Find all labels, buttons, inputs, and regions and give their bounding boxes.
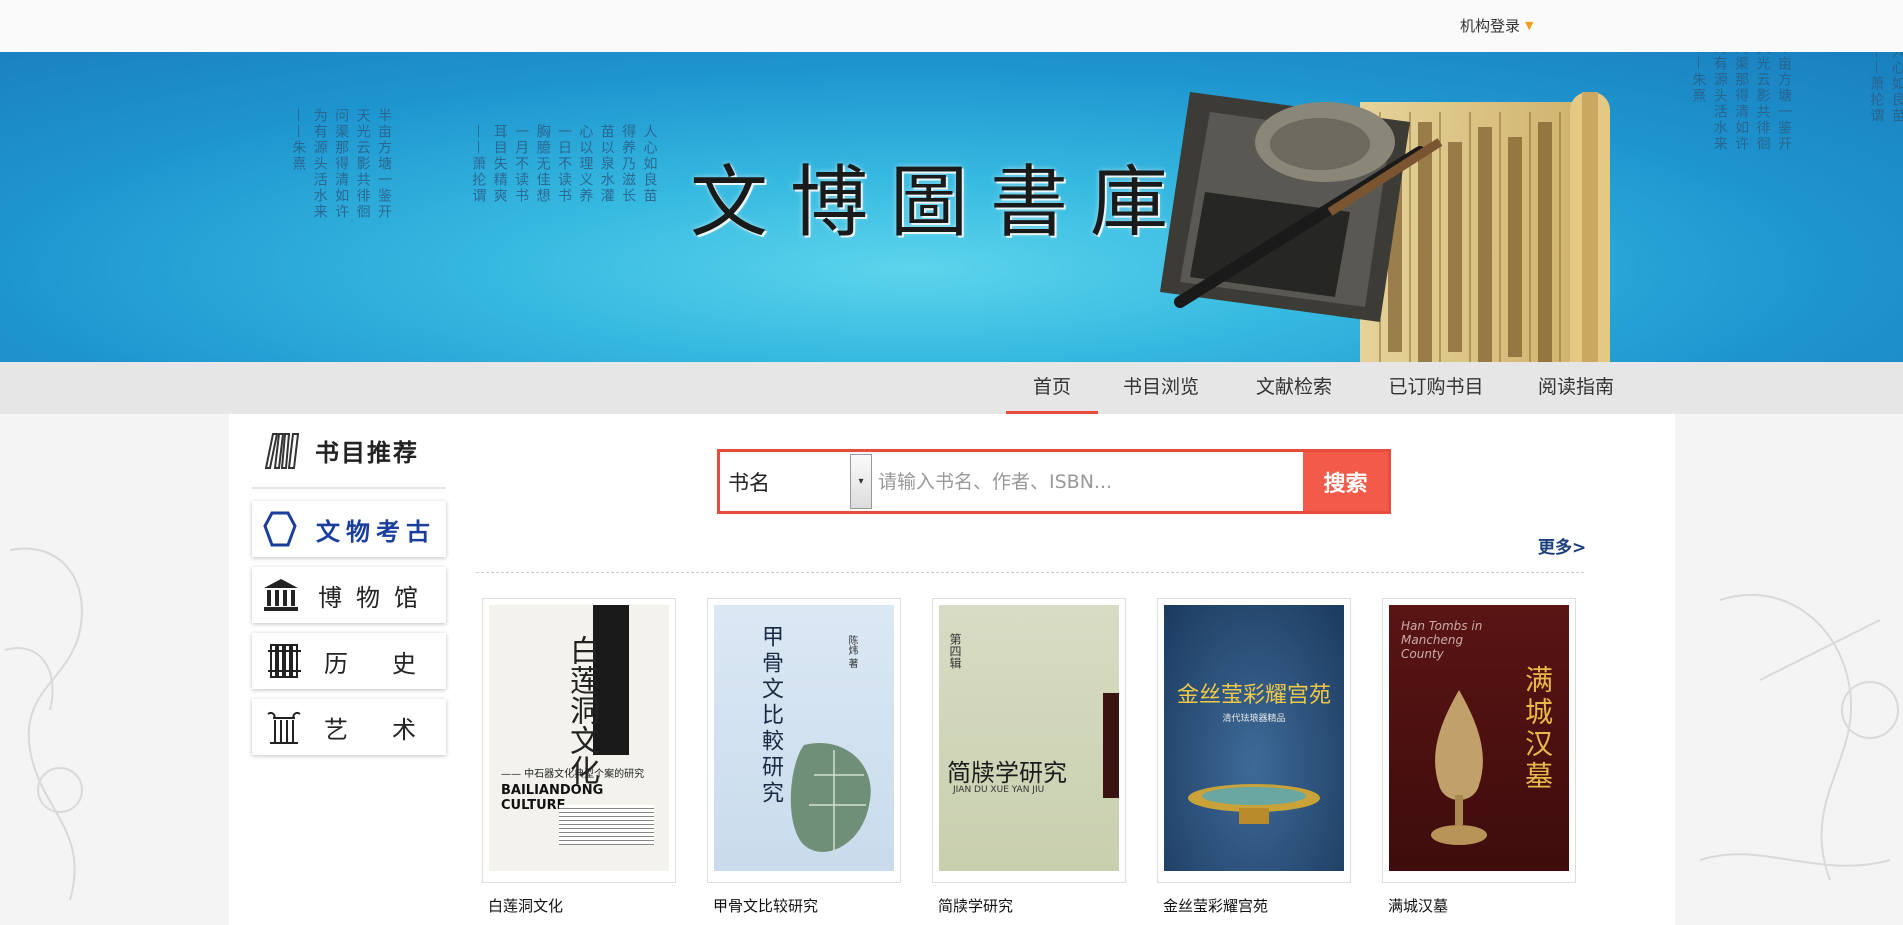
poem-line: 天光云影共徘徊 — [1754, 52, 1771, 152]
search-bar: 书名 ▾ 搜索 — [717, 449, 1391, 514]
book-cover-frame: 金丝莹彩耀宫苑 清代珐琅器精品 — [1157, 598, 1351, 883]
book-title[interactable]: 金丝莹彩耀宫苑 — [1163, 895, 1351, 916]
nav-reading-guide[interactable]: 阅读指南 — [1530, 362, 1622, 414]
cover-title-text: 白莲洞文化 — [564, 635, 599, 785]
poem-line: 耳目失精爽 — [491, 124, 508, 204]
pot-icon — [262, 507, 298, 551]
search-field-select[interactable]: 书名 — [720, 452, 850, 511]
nav-home[interactable]: 首页 — [1006, 362, 1098, 414]
book-title[interactable]: 满城汉墓 — [1388, 895, 1576, 916]
category-museum[interactable]: 博物馆 — [252, 567, 446, 623]
more-link[interactable]: 更多> — [1538, 533, 1586, 558]
cover-english-text: Han Tombs in Mancheng County — [1401, 619, 1483, 661]
category-history[interactable]: 历史 — [252, 633, 446, 689]
recommended-title: 书目推荐 — [315, 438, 419, 467]
cover-title-text: 甲骨文比較研究 — [758, 625, 783, 807]
book-title[interactable]: 白莲洞文化 — [488, 895, 676, 916]
poem-line: ——朱熹 — [1690, 52, 1707, 104]
poem-line: 半亩方塘一鉴开 — [375, 108, 392, 220]
poem-line: ——萧抡谓 — [470, 124, 487, 204]
category-art-label: 艺术 — [324, 715, 430, 744]
book-card[interactable]: 甲骨文比較研究 陈炜 著 甲骨文比较研究 — [707, 598, 901, 916]
category-art[interactable]: 艺术 — [252, 699, 446, 755]
poem-line: 天光云影共徘徊 — [354, 108, 371, 220]
poem-line: 为有源头活水来 — [1711, 52, 1728, 152]
dropdown-caret-icon[interactable]: ▾ — [850, 454, 872, 509]
category-museum-label: 博物馆 — [318, 583, 432, 612]
institution-login-button[interactable]: 机构登录 ▼ — [1460, 15, 1533, 36]
poem-line: 心以理义养 — [577, 124, 594, 204]
poem-line: 问渠那得清如许 — [333, 108, 350, 220]
top-bar: 机构登录 ▼ — [0, 0, 1903, 52]
book-cover-image: 甲骨文比較研究 陈炜 著 — [714, 605, 894, 871]
poem-line: 为有源头活水来 — [311, 108, 328, 220]
book-card[interactable]: 金丝莹彩耀宫苑 清代珐琅器精品 金丝莹彩耀宫苑 — [1157, 598, 1351, 916]
museum-icon — [262, 573, 300, 617]
poem-line: 得养乃滋长 — [620, 124, 637, 204]
institution-login-label: 机构登录 — [1460, 17, 1521, 35]
background-sketch-right — [1699, 593, 1899, 881]
poem-line: 苗以泉水灌 — [598, 124, 615, 204]
cover-volume-text: 第四辑 — [948, 633, 962, 669]
book-cover-image: 白莲洞文化 —— 中石器文化典型个案的研究 BAILIANDONG CULTUR… — [489, 605, 669, 871]
nav-literature-search[interactable]: 文献检索 — [1248, 362, 1340, 414]
book-cover-frame: Han Tombs in Mancheng County 满城汉墓 — [1382, 598, 1576, 883]
banner-poem-right-edge: 人心如良苗 ——萧抡谓 — [1868, 52, 1903, 124]
background-sketch-left — [4, 547, 83, 901]
category-archaeology[interactable]: 文物考古 — [252, 501, 446, 557]
cover-title-text: 简牍学研究 — [947, 759, 1067, 787]
poem-line: 一日不读书 — [555, 124, 572, 204]
poem-line: ——朱熹 — [290, 108, 307, 172]
poem-line: 人心如良苗 — [641, 124, 658, 204]
book-card[interactable]: 白莲洞文化 —— 中石器文化典型个案的研究 BAILIANDONG CULTUR… — [482, 598, 676, 916]
category-archaeology-label: 文物考古 — [316, 516, 436, 546]
book-cover-frame: 甲骨文比較研究 陈炜 著 — [707, 598, 901, 883]
cover-title-text: 满城汉墓 — [1521, 665, 1554, 793]
book-cover-image: Han Tombs in Mancheng County 满城汉墓 — [1389, 605, 1569, 871]
book-card[interactable]: Han Tombs in Mancheng County 满城汉墓 满城汉墓 — [1382, 598, 1576, 916]
banner-poem-zhuxi: 半亩方塘一鉴开 天光云影共徘徊 问渠那得清如许 为有源头活水来 ——朱熹 — [290, 108, 392, 220]
book-cover-frame: 第四辑 简牍学研究 JIAN DU XUE YAN JIU — [932, 598, 1126, 883]
cover-english-text: JIAN DU XUE YAN JIU — [953, 785, 1045, 795]
poem-line: 问渠那得清如许 — [1733, 52, 1750, 152]
poem-line: 胸臆无佳想 — [534, 124, 551, 204]
site-logo-title: 文博圖書庫 — [690, 158, 1191, 248]
cover-subtitle-text: —— 中石器文化典型个案的研究 — [501, 769, 645, 780]
column-icon — [262, 705, 306, 749]
main-nav: 首页 书目浏览 文献检索 已订购书目 阅读指南 — [0, 362, 1903, 414]
cover-title-text: 金丝莹彩耀宫苑 — [1176, 683, 1331, 708]
poem-line: ——萧抡谓 — [1868, 52, 1885, 124]
bamboo-slips-icon — [262, 639, 306, 683]
nav-catalog-browse[interactable]: 书目浏览 — [1115, 362, 1207, 414]
cover-author-text: 陈炜 著 — [846, 635, 857, 669]
poem-line: 人心如良苗 — [1889, 52, 1903, 124]
book-cover-image: 金丝莹彩耀宫苑 清代珐琅器精品 — [1164, 605, 1344, 871]
inkstone-illustration — [1160, 92, 1443, 322]
recommended-heading: 书目推荐 — [263, 430, 419, 470]
header-banner: 半亩方塘一鉴开 天光云影共徘徊 问渠那得清如许 为有源头活水来 ——朱熹 人心如良苗 得养… — [0, 52, 1903, 362]
dashed-divider — [476, 572, 1584, 573]
bookshelf-icon — [264, 433, 300, 469]
book-cover-image: 第四辑 简牍学研究 JIAN DU XUE YAN JIU — [939, 605, 1119, 871]
chevron-down-icon: ▼ — [1525, 19, 1534, 32]
cover-subtitle-text: 清代珐琅器精品 — [1222, 714, 1286, 724]
banner-poem-xiaolunwei: 人心如良苗 得养乃滋长 苗以泉水灌 心以理义养 一日不读书 胸臆无佳想 一月不读书 耳目失精爽… — [470, 124, 657, 204]
nav-ordered-books[interactable]: 已订购书目 — [1380, 362, 1492, 414]
book-title[interactable]: 甲骨文比较研究 — [713, 895, 901, 916]
banner-poem-zhuxi-right: 半亩方塘一鉴开 天光云影共徘徊 问渠那得清如许 为有源头活水来 ——朱熹 — [1690, 52, 1792, 152]
category-history-label: 历史 — [324, 649, 430, 678]
search-button[interactable]: 搜索 — [1303, 452, 1388, 511]
book-title[interactable]: 简牍学研究 — [938, 895, 1126, 916]
book-cover-frame: 白莲洞文化 —— 中石器文化典型个案的研究 BAILIANDONG CULTUR… — [482, 598, 676, 883]
search-input[interactable] — [872, 452, 1303, 511]
book-card[interactable]: 第四辑 简牍学研究 JIAN DU XUE YAN JIU 简牍学研究 — [932, 598, 1126, 916]
poem-line: 一月不读书 — [513, 124, 530, 204]
poem-line: 半亩方塘一鉴开 — [1775, 52, 1792, 152]
sidebar-divider — [252, 487, 446, 489]
